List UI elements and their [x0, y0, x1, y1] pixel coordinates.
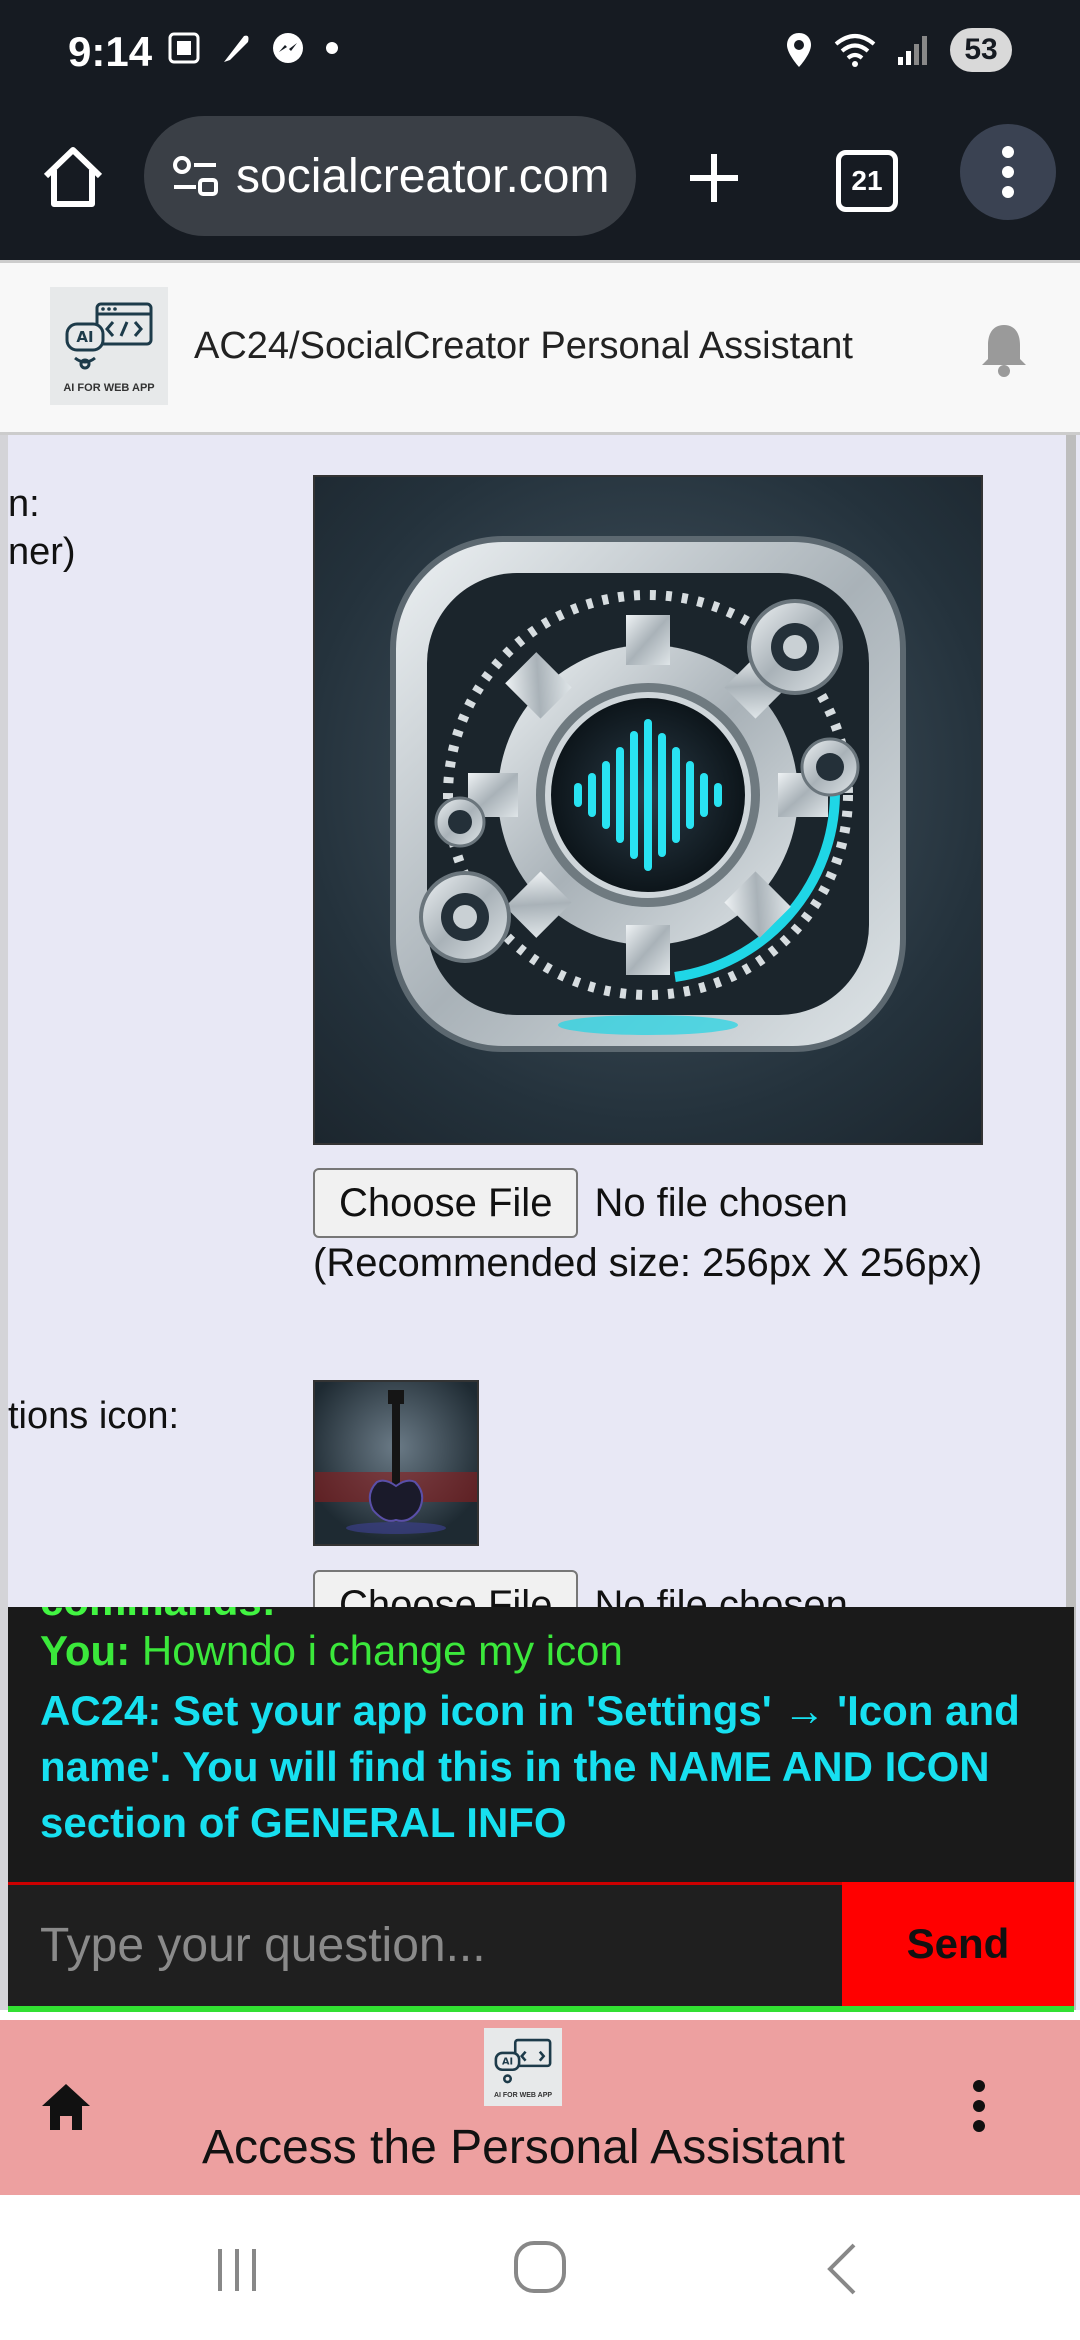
bell-icon[interactable] — [976, 319, 1032, 379]
chat-user-text: Howndo i change my icon — [141, 1627, 623, 1674]
chat-user-prefix: You: — [40, 1627, 131, 1674]
browser-home-icon[interactable] — [38, 142, 108, 212]
address-bar[interactable]: socialcreator.com — [144, 116, 636, 236]
system-navigation-bar — [0, 2195, 1080, 2340]
chat-assistant-prefix: AC24: — [40, 1687, 162, 1734]
icon-file-row: Choose File No file chosen — [313, 1168, 848, 1238]
gear-waveform-icon — [390, 536, 906, 1052]
chat-previous-line: commands: — [40, 1607, 276, 1625]
chat-assistant-text: Set your app icon in 'Settings' → 'Icon … — [40, 1687, 1020, 1846]
question-input[interactable] — [8, 1885, 842, 2006]
nav-home-icon[interactable] — [512, 2239, 568, 2295]
field-label-line-1: n: — [8, 483, 40, 525]
app-logo[interactable]: AI AI FOR WEB APP — [50, 287, 168, 405]
notification-icon-preview — [313, 1380, 479, 1546]
assistant-banner[interactable]: AI AI FOR WEB APP Access the Personal As… — [0, 2020, 1080, 2195]
system-icons: 53 — [784, 28, 1012, 72]
feather-icon — [224, 35, 249, 62]
banner-logo-caption: AI FOR WEB APP — [493, 2091, 553, 2099]
banner-text: Access the Personal Assistant — [202, 2121, 845, 2174]
back-icon[interactable] — [820, 2239, 864, 2299]
status-bar: 9:14 53 — [0, 0, 1080, 110]
content-left-border — [0, 435, 8, 2010]
robot-code-icon: AI — [65, 302, 153, 370]
screenshot-icon — [168, 32, 200, 64]
robot-code-icon: AI — [494, 2038, 552, 2083]
app-icon-preview — [313, 475, 983, 1145]
tab-switcher-button[interactable]: 21 — [836, 150, 898, 212]
send-button[interactable]: Send — [842, 1882, 1074, 2006]
field-label-icon: n: ner) — [8, 480, 76, 576]
browser-toolbar: socialcreator.com 21 — [0, 110, 1080, 260]
chat-input-row: Send — [8, 1882, 1074, 2012]
logo-caption: AI FOR WEB APP — [63, 382, 155, 394]
choose-file-button[interactable]: Choose File — [313, 1168, 579, 1238]
site-settings-icon[interactable] — [168, 149, 222, 203]
svg-text:AI: AI — [76, 328, 93, 346]
chat-assistant-message: AC24: Set your app icon in 'Settings' → … — [40, 1683, 1040, 1851]
battery-icon: 53 — [950, 28, 1012, 72]
file-status: No file chosen — [594, 1180, 848, 1225]
more-vert-icon — [1002, 146, 1014, 198]
location-icon — [787, 33, 811, 67]
messenger-icon — [273, 33, 303, 63]
assistant-chat-log: commands: You: Howndo i change my icon A… — [8, 1607, 1074, 1882]
notification-icons — [166, 30, 340, 66]
guitar-icon — [315, 1390, 477, 1534]
recents-icon[interactable] — [212, 2245, 262, 2295]
new-tab-icon[interactable] — [682, 146, 746, 210]
field-label-notifications-icon: tions icon: — [8, 1395, 180, 1437]
site-header: AI AI FOR WEB APP AC24/SocialCreator Per… — [0, 260, 1080, 435]
signal-icon — [898, 36, 927, 65]
recommended-size-text: (Recommended size: 256px X 256px) — [313, 1241, 983, 1285]
url-text: socialcreator.com — [236, 149, 610, 203]
page-title: AC24/SocialCreator Personal Assistant — [194, 325, 853, 367]
status-time: 9:14 — [68, 28, 153, 75]
chat-user-message: You: Howndo i change my icon — [40, 1627, 623, 1675]
wifi-icon — [834, 34, 876, 67]
more-vert-icon[interactable] — [964, 2076, 994, 2136]
banner-logo: AI AI FOR WEB APP — [484, 2028, 562, 2106]
dot-icon — [326, 42, 338, 54]
field-label-line-2: ner) — [8, 531, 76, 573]
browser-menu-button[interactable] — [960, 124, 1056, 220]
svg-text:AI: AI — [502, 2056, 513, 2067]
